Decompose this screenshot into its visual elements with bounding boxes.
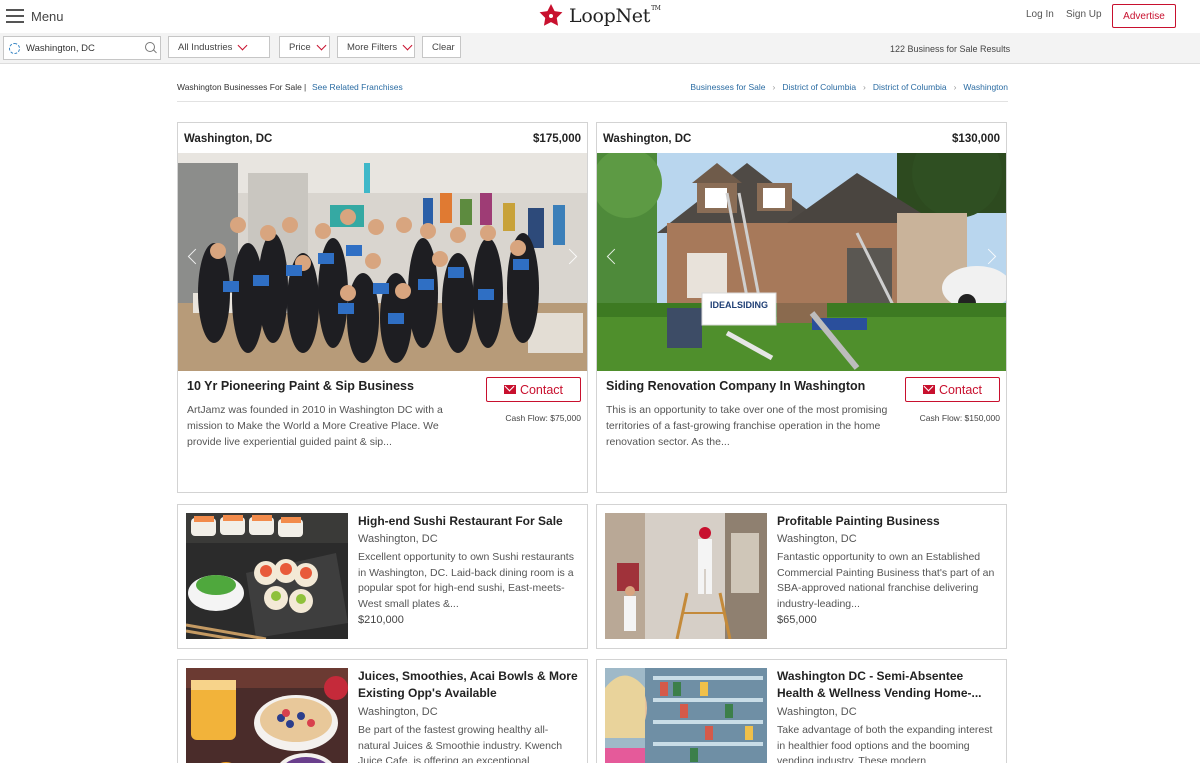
breadcrumb-bar: Washington Businesses For Sale | See Rel… <box>177 80 1008 102</box>
clear-button[interactable]: Clear <box>422 36 461 58</box>
search-icon[interactable] <box>145 42 155 52</box>
listing-card[interactable]: Washington DC - Semi-Absentee Health & W… <box>596 659 1007 763</box>
breadcrumb-item[interactable]: Washington <box>963 82 1008 92</box>
breadcrumb-item[interactable]: Businesses for Sale <box>690 82 765 92</box>
breadcrumb-separator: | <box>304 82 307 92</box>
featured-listing-card[interactable]: Washington, DC $175,000 10 Yr Pioneering… <box>177 122 588 493</box>
contact-label: Contact <box>938 382 983 397</box>
listing-description: Fantastic opportunity to own an Establis… <box>777 551 995 610</box>
breadcrumb-arrow-icon: › <box>953 82 957 92</box>
cash-flow: Cash Flow: $75,000 <box>505 413 581 423</box>
envelope-icon <box>503 385 516 394</box>
chevron-down-icon <box>237 40 248 50</box>
listing-location: Washington, DC <box>358 533 438 545</box>
more-filters-label: More Filters <box>347 41 398 53</box>
listing-location: Washington, DC <box>777 706 857 718</box>
listing-location: Washington, DC <box>777 533 857 545</box>
listing-description: This is an opportunity to take over one … <box>606 404 888 448</box>
menu-icon <box>6 9 24 23</box>
clear-label: Clear <box>432 41 455 53</box>
location-icon <box>9 42 20 54</box>
location-search[interactable] <box>3 36 161 60</box>
chevron-down-icon <box>402 40 413 50</box>
listing-price: $130,000 <box>952 133 1000 145</box>
listing-location: Washington, DC <box>184 133 273 145</box>
listing-title[interactable]: Washington DC - Semi-Absentee Health & W… <box>777 668 1001 702</box>
listing-title[interactable]: High-end Sushi Restaurant For Sale <box>358 513 582 530</box>
listing-price: $175,000 <box>533 133 581 145</box>
page-title: Washington Businesses For Sale <box>177 82 302 92</box>
breadcrumb-arrow-icon: › <box>863 82 866 92</box>
listing-card[interactable]: High-end Sushi Restaurant For Sale Washi… <box>177 504 588 649</box>
listing-description: ArtJamz was founded in 2010 in Washingto… <box>187 404 443 448</box>
location-input[interactable] <box>26 42 136 54</box>
industries-label: All Industries <box>178 41 233 53</box>
price-dropdown[interactable]: Price <box>279 36 330 58</box>
vending-photo <box>605 668 767 763</box>
listing-title[interactable]: 10 Yr Pioneering Paint & Sip Business <box>187 379 414 393</box>
painting-photo <box>605 513 767 639</box>
filter-bar: All Industries Price More Filters Clear … <box>0 33 1200 64</box>
listing-card[interactable]: Profitable Painting Business Washington,… <box>596 504 1007 649</box>
breadcrumb: Businesses for Sale › District of Columb… <box>690 82 1008 92</box>
listing-description: Excellent opportunity to own Sushi resta… <box>358 551 574 610</box>
signup-link[interactable]: Sign Up <box>1066 9 1102 20</box>
contact-button[interactable]: Contact <box>486 377 581 402</box>
listing-price: $65,000 <box>777 614 817 626</box>
breadcrumb-item[interactable]: District of Columbia <box>782 82 856 92</box>
logo-wordmark: LoopNetTM <box>569 5 661 27</box>
top-header: Menu LoopNetTM Log In Sign Up Advertise <box>0 0 1200 33</box>
contact-button[interactable]: Contact <box>905 377 1000 402</box>
listing-location: Washington, DC <box>603 133 692 145</box>
paint-sip-photo <box>178 153 587 371</box>
listing-title[interactable]: Siding Renovation Company In Washington <box>606 379 865 393</box>
listing-title[interactable]: Profitable Painting Business <box>777 513 1001 530</box>
listing-photo[interactable] <box>178 153 587 371</box>
sushi-photo <box>186 513 348 639</box>
logo-mark-icon <box>539 4 563 26</box>
breadcrumb-arrow-icon: › <box>772 82 776 92</box>
results-count: 122 Business for Sale Results <box>890 44 1011 54</box>
smoothie-bowl-photo <box>186 668 348 763</box>
listing-thumbnail[interactable] <box>605 668 767 763</box>
industries-dropdown[interactable]: All Industries <box>168 36 270 58</box>
ideal-siding-sign: IDEALSIDING <box>710 300 768 310</box>
listing-price: $210,000 <box>358 614 404 626</box>
listing-thumbnail[interactable] <box>186 513 348 639</box>
breadcrumb-item[interactable]: District of Columbia <box>873 82 947 92</box>
listing-thumbnail[interactable] <box>186 668 348 763</box>
login-link[interactable]: Log In <box>1026 9 1054 20</box>
cash-flow: Cash Flow: $150,000 <box>919 413 1000 423</box>
menu-label: Menu <box>31 8 64 24</box>
listing-title[interactable]: Juices, Smoothies, Acai Bowls & More Exi… <box>358 668 582 702</box>
contact-label: Contact <box>519 382 564 397</box>
listing-description: Be part of the fastest growing healthy a… <box>358 724 563 763</box>
listing-description: Take advantage of both the expanding int… <box>777 724 993 763</box>
price-label: Price <box>289 41 311 53</box>
envelope-icon <box>922 385 935 394</box>
listing-card[interactable]: Juices, Smoothies, Acai Bowls & More Exi… <box>177 659 588 763</box>
listing-thumbnail[interactable] <box>605 513 767 639</box>
listing-location: Washington, DC <box>358 706 438 718</box>
menu-button[interactable]: Menu <box>6 6 64 26</box>
advertise-button[interactable]: Advertise <box>1112 4 1176 28</box>
more-filters-dropdown[interactable]: More Filters <box>337 36 415 58</box>
loopnet-logo[interactable]: LoopNetTM <box>538 3 661 29</box>
featured-listing-card[interactable]: Washington, DC $130,000 IDEALSIDING Sidi… <box>596 122 1007 493</box>
listing-photo[interactable]: IDEALSIDING <box>597 153 1006 371</box>
siding-house-photo: IDEALSIDING <box>597 153 1006 371</box>
related-franchises-link[interactable]: See Related Franchises <box>312 82 403 92</box>
chevron-down-icon <box>316 40 327 50</box>
